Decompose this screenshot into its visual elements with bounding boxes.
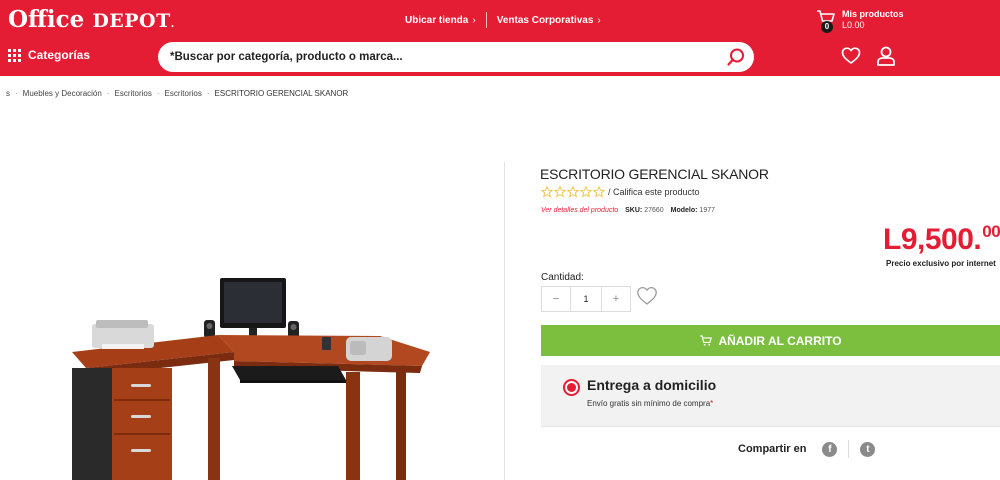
star-icon[interactable]	[554, 186, 566, 198]
quantity-increase-button[interactable]: +	[602, 287, 630, 311]
product-rating[interactable]: / Califica este producto	[541, 186, 700, 198]
share-divider	[848, 440, 850, 458]
price-note: Precio exclusivo por internet	[886, 259, 996, 268]
share-label: Compartir en	[738, 443, 807, 455]
logo-word-office: Office	[8, 6, 85, 33]
delivery-subtitle: Envío gratis sin mínimo de compra*	[587, 399, 713, 408]
breadcrumb-item-muebles[interactable]: Muebles y Decoración	[23, 89, 102, 98]
cart-summary[interactable]: Mis productos L0.00	[842, 9, 904, 31]
add-to-cart-label: AÑADIR AL CARRITO	[718, 333, 842, 348]
sku-value: 27660	[644, 207, 664, 214]
search-icon[interactable]	[726, 47, 746, 67]
categories-label: Categorías	[28, 48, 91, 62]
price-cents: 00	[982, 222, 1000, 241]
product-title: ESCRITORIO GERENCIAL SKANOR	[540, 166, 769, 182]
quantity-decrease-button[interactable]: −	[542, 287, 570, 311]
quantity-value[interactable]: 1	[570, 287, 602, 311]
breadcrumb-separator: ·	[15, 89, 18, 98]
price-amount: L9,500.	[883, 223, 982, 256]
model-value: 1977	[699, 207, 715, 214]
column-divider	[504, 162, 505, 480]
star-icon[interactable]	[593, 186, 605, 198]
breadcrumb-item[interactable]: s	[6, 89, 10, 98]
user-icon[interactable]	[875, 45, 897, 67]
cart-icon	[700, 335, 713, 346]
store-locator-label: Ubicar tienda	[405, 14, 469, 26]
breadcrumb: s · Muebles y Decoración · Escritorios ·…	[6, 89, 348, 98]
wishlist-heart-icon[interactable]	[636, 285, 658, 307]
product-details-link[interactable]: Ver detalles del producto	[541, 207, 618, 214]
breadcrumb-item-escritorios[interactable]: Escritorios	[115, 89, 152, 98]
site-header: Office DEPOT. Ubicar tienda › Ventas Corp…	[0, 0, 1000, 76]
delivery-radio[interactable]	[563, 379, 580, 396]
delivery-subtitle-text: Envío gratis sin mínimo de compra	[587, 399, 711, 408]
sku-label: SKU:	[625, 207, 643, 214]
breadcrumb-separator: ·	[106, 89, 110, 98]
delivery-option: Entrega a domicilio Envío gratis sin mín…	[541, 365, 1000, 427]
facebook-icon[interactable]: f	[822, 441, 838, 457]
corporate-sales-label: Ventas Corporativas	[496, 14, 594, 26]
logo-dot: .	[170, 19, 175, 30]
office-depot-logo[interactable]: Office DEPOT.	[8, 6, 174, 33]
delivery-title: Entrega a domicilio	[587, 377, 717, 393]
star-icon[interactable]	[541, 186, 553, 198]
heart-icon[interactable]	[841, 46, 861, 66]
quantity-label: Cantidad:	[541, 272, 584, 283]
breadcrumb-separator: ·	[156, 89, 160, 98]
breadcrumb-item-escritorios-sub[interactable]: Escritorios	[165, 89, 202, 98]
star-icon[interactable]	[567, 186, 579, 198]
star-rating[interactable]	[541, 186, 605, 198]
quantity-stepper: − 1 +	[541, 286, 631, 312]
add-to-cart-button[interactable]: AÑADIR AL CARRITO	[541, 325, 1000, 356]
search-bar	[158, 42, 754, 72]
search-input[interactable]	[170, 48, 710, 66]
breadcrumb-current: ESCRITORIO GERENCIAL SKANOR	[214, 89, 349, 98]
rate-product-link[interactable]: / Califica este producto	[608, 187, 700, 197]
cart-amount: L0.00	[842, 20, 865, 30]
logo-word-depot: DEPOT	[92, 10, 171, 32]
chevron-right-icon: ›	[472, 14, 476, 26]
share-section: Compartir en f t	[738, 440, 876, 458]
chevron-right-icon: ›	[597, 14, 601, 26]
categories-menu-button[interactable]: Categorías	[8, 48, 90, 62]
grid-icon	[8, 48, 21, 62]
product-image[interactable]	[50, 240, 450, 480]
top-links: Ubicar tienda › Ventas Corporativas ›	[405, 12, 601, 28]
product-meta: Ver detalles del producto SKU: 27660 Mod…	[541, 207, 720, 214]
star-icon[interactable]	[580, 186, 592, 198]
link-divider	[485, 12, 487, 28]
twitter-icon[interactable]: t	[860, 441, 876, 457]
breadcrumb-separator: ·	[206, 89, 210, 98]
corporate-sales-link[interactable]: Ventas Corporativas ›	[497, 15, 601, 26]
model-label: Modelo:	[670, 207, 698, 214]
delivery-asterisk: *	[710, 399, 714, 408]
product-price: L9,500.00	[883, 222, 1000, 257]
cart-count-badge: 0	[821, 21, 833, 33]
store-locator-link[interactable]: Ubicar tienda ›	[405, 15, 476, 26]
cart-title: Mis productos	[842, 9, 904, 19]
